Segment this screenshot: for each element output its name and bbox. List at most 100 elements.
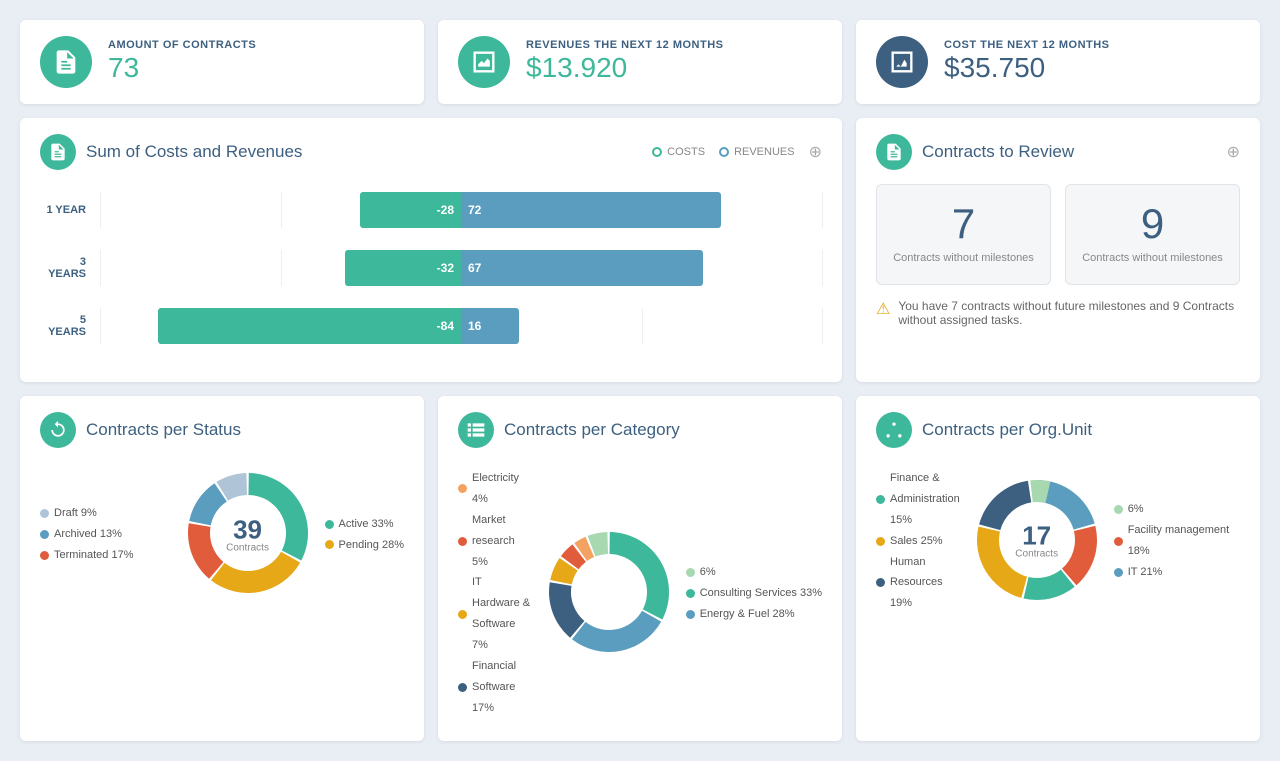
orgunit-total: 17 bbox=[1015, 523, 1058, 549]
bars-wrapper: -2872 bbox=[100, 192, 822, 228]
donut-segment bbox=[549, 582, 584, 637]
legend-label: Finance & Administration 15% bbox=[890, 468, 960, 531]
legend-label: Archived 13% bbox=[54, 524, 122, 545]
review-boxes: 7 Contracts without milestones 9 Contrac… bbox=[876, 184, 1240, 285]
legend-label: Electricity 4% bbox=[472, 468, 532, 510]
legend-item: Financial Software 17% bbox=[458, 656, 532, 719]
legend-dot bbox=[1114, 505, 1123, 514]
legend-label: 6% bbox=[1128, 499, 1144, 520]
bar-chart: 1 YEAR-28723 YEARS-32675 YEARS-8416 bbox=[40, 184, 822, 344]
legend-dot bbox=[40, 509, 49, 518]
legend-item: Terminated 17% bbox=[40, 545, 171, 566]
review-tasks-sub: Contracts without milestones bbox=[1078, 251, 1227, 266]
status-total: 39 bbox=[226, 516, 269, 542]
costs-legend: COSTS bbox=[652, 146, 705, 158]
bar-neg-value: -84 bbox=[430, 319, 461, 333]
sum-chart-title: Sum of Costs and Revenues bbox=[86, 142, 642, 162]
bar-track: -3267 bbox=[100, 250, 822, 286]
legend-label: Active 33% bbox=[339, 514, 394, 535]
legend-item: 6% bbox=[686, 562, 822, 583]
bar-pos-value: 67 bbox=[461, 261, 488, 275]
orgunit-legend-left: Finance & Administration 15%Sales 25%Hum… bbox=[876, 468, 960, 614]
crosshair-icon[interactable]: ⊕ bbox=[809, 142, 822, 162]
sum-chart-controls: COSTS REVENUES ⊕ bbox=[652, 142, 822, 162]
bar-track: -8416 bbox=[100, 308, 822, 344]
orgunit-header: Contracts per Org.Unit bbox=[876, 412, 1240, 448]
legend-label: 6% bbox=[700, 562, 716, 583]
legend-dot bbox=[1114, 537, 1123, 546]
orgunit-icon bbox=[876, 412, 912, 448]
donut-segment bbox=[188, 523, 223, 578]
sum-chart-card: Sum of Costs and Revenues COSTS REVENUES… bbox=[20, 118, 842, 382]
legend-item: Draft 9% bbox=[40, 503, 171, 524]
kpi-revenues-value: $13.920 bbox=[526, 51, 723, 85]
legend-label: Pending 28% bbox=[339, 535, 404, 556]
review-box-milestones: 7 Contracts without milestones bbox=[876, 184, 1051, 285]
costs-dot bbox=[652, 147, 662, 157]
bar-right-half: 72 bbox=[461, 192, 822, 228]
donut-segment bbox=[609, 532, 669, 620]
bars-wrapper: -3267 bbox=[100, 250, 822, 286]
legend-dot bbox=[876, 495, 885, 504]
kpi-revenues-label: REVENUES THE NEXT 12 MONTHS bbox=[526, 39, 723, 51]
donut-segment bbox=[1062, 525, 1097, 584]
legend-item: Energy & Fuel 28% bbox=[686, 604, 822, 625]
legend-item: Archived 13% bbox=[40, 524, 171, 545]
revenues-icon bbox=[458, 36, 510, 88]
category-legend-left: Electricity 4%Market research 5%IT Hardw… bbox=[458, 468, 532, 719]
legend-label: Terminated 17% bbox=[54, 545, 134, 566]
positive-bar: 72 bbox=[461, 192, 721, 228]
kpi-costs-text: COST THE NEXT 12 MONTHS $35.750 bbox=[944, 39, 1110, 85]
negative-bar: -32 bbox=[345, 250, 461, 286]
legend-item: 6% bbox=[1114, 499, 1240, 520]
bar-row: 3 YEARS-3267 bbox=[40, 250, 822, 286]
dashboard: AMOUNT OF CONTRACTS 73 REVENUES THE NEXT… bbox=[20, 20, 1260, 741]
legend-item: Human Resources 19% bbox=[876, 552, 960, 615]
review-box-tasks: 9 Contracts without milestones bbox=[1065, 184, 1240, 285]
positive-bar: 16 bbox=[461, 308, 519, 344]
bar-row: 1 YEAR-2872 bbox=[40, 192, 822, 228]
bar-row-label: 5 YEARS bbox=[40, 314, 100, 338]
costs-icon bbox=[876, 36, 928, 88]
revenues-label: REVENUES bbox=[734, 146, 795, 158]
legend-item: Pending 28% bbox=[325, 535, 404, 556]
legend-dot bbox=[686, 610, 695, 619]
contracts-icon bbox=[40, 36, 92, 88]
review-icon bbox=[876, 134, 912, 170]
legend-label: IT 21% bbox=[1128, 562, 1163, 583]
revenues-legend: REVENUES bbox=[719, 146, 795, 158]
legend-item: Market research 5% bbox=[458, 510, 532, 573]
status-center: 39 Contracts bbox=[226, 516, 269, 553]
sum-chart-header: Sum of Costs and Revenues COSTS REVENUES… bbox=[40, 134, 822, 170]
review-header: Contracts to Review ⊕ bbox=[876, 134, 1240, 170]
legend-dot bbox=[40, 551, 49, 560]
kpi-contracts: AMOUNT OF CONTRACTS 73 bbox=[20, 20, 424, 104]
orgunit-donut-area: Finance & Administration 15%Sales 25%Hum… bbox=[876, 462, 1240, 620]
legend-dot bbox=[40, 530, 49, 539]
review-crosshair-icon[interactable]: ⊕ bbox=[1227, 142, 1240, 162]
legend-dot bbox=[876, 578, 885, 587]
bar-row-label: 1 YEAR bbox=[40, 204, 100, 216]
bar-row-label: 3 YEARS bbox=[40, 256, 100, 280]
status-header: Contracts per Status bbox=[40, 412, 404, 448]
orgunit-title: Contracts per Org.Unit bbox=[922, 420, 1240, 440]
legend-item: Sales 25% bbox=[876, 531, 960, 552]
legend-dot bbox=[458, 484, 467, 493]
legend-label: Consulting Services 33% bbox=[700, 583, 822, 604]
warning-icon: ⚠ bbox=[876, 299, 890, 319]
orgunit-card: Contracts per Org.Unit Finance & Adminis… bbox=[856, 396, 1260, 741]
legend-item: IT 21% bbox=[1114, 562, 1240, 583]
kpi-costs: COST THE NEXT 12 MONTHS $35.750 bbox=[856, 20, 1260, 104]
costs-label: COSTS bbox=[667, 146, 705, 158]
negative-bar: -28 bbox=[360, 192, 461, 228]
legend-label: Draft 9% bbox=[54, 503, 97, 524]
review-tasks-num: 9 bbox=[1078, 203, 1227, 245]
legend-label: Human Resources 19% bbox=[890, 552, 960, 615]
donut-segment bbox=[189, 483, 227, 525]
bar-neg-value: -32 bbox=[430, 261, 461, 275]
warning-text: You have 7 contracts without future mile… bbox=[898, 299, 1240, 327]
review-milestones-num: 7 bbox=[889, 203, 1038, 245]
warning-message: ⚠ You have 7 contracts without future mi… bbox=[876, 299, 1240, 327]
orgunit-legend-right: 6%Facility management 18%IT 21% bbox=[1114, 499, 1240, 583]
kpi-contracts-value: 73 bbox=[108, 51, 256, 85]
